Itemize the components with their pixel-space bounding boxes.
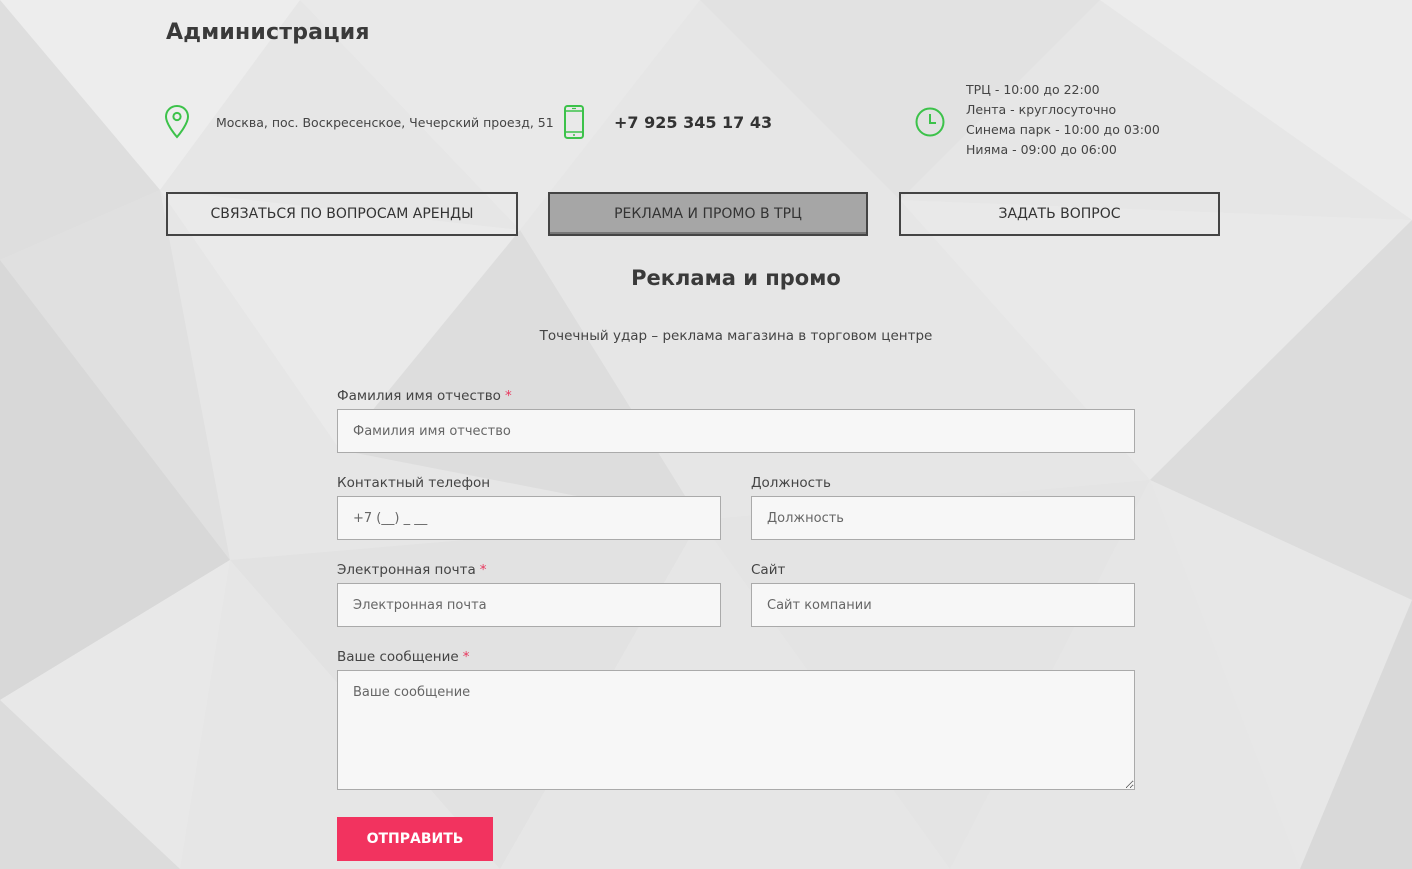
page: Администрация Москва, пос. Воскресенское… — [0, 0, 1412, 869]
contact-hours: ТРЦ - 10:00 до 22:00 Лента - круглосуточ… — [914, 80, 1160, 160]
phone-input[interactable] — [337, 496, 721, 540]
position-label: Должность — [751, 475, 831, 491]
site-label: Сайт — [751, 562, 785, 578]
fio-label-text: Фамилия имя отчество — [337, 388, 501, 404]
hours-line: ТРЦ - 10:00 до 22:00 — [966, 82, 1100, 97]
tab-ask-question[interactable]: Задать вопрос — [899, 192, 1220, 236]
email-input[interactable] — [337, 583, 721, 627]
phone-number[interactable]: +7 925 345 17 43 — [614, 113, 772, 132]
position-input[interactable] — [751, 496, 1135, 540]
message-textarea[interactable] — [337, 670, 1135, 790]
message-label-text: Ваше сообщение — [337, 649, 459, 665]
required-mark: * — [504, 388, 512, 404]
hours-line: Лента - круглосуточно — [966, 102, 1117, 117]
phone-label: Контактный телефон — [337, 475, 490, 491]
mobile-phone-icon — [564, 105, 584, 139]
hours-line: Нияма - 09:00 до 06:00 — [966, 142, 1117, 157]
message-label: Ваше сообщение * — [337, 649, 469, 665]
form-subtitle: Точечный удар – реклама магазина в торго… — [539, 328, 933, 344]
section-heading: Администрация — [166, 20, 370, 45]
required-mark: * — [462, 649, 470, 665]
position-label-text: Должность — [751, 475, 831, 491]
clock-icon — [915, 107, 945, 137]
hours-list: ТРЦ - 10:00 до 22:00 Лента - круглосуточ… — [966, 80, 1160, 160]
email-label-text: Электронная почта — [337, 562, 476, 578]
required-mark: * — [479, 562, 487, 578]
hours-line: Синема парк - 10:00 до 03:00 — [966, 122, 1160, 137]
contact-phone: +7 925 345 17 43 — [562, 104, 772, 140]
address-text: Москва, пос. Воскресенское, Чечерский пр… — [216, 114, 554, 130]
site-label-text: Сайт — [751, 562, 786, 578]
tab-advertising-promo[interactable]: Реклама и промо в ТРЦ — [548, 192, 868, 236]
location-pin-icon — [164, 104, 190, 139]
tab-rent-inquiry[interactable]: Связаться по вопросам аренды — [166, 192, 518, 236]
email-label: Электронная почта * — [337, 562, 487, 578]
form-title: Реклама и промо — [631, 266, 841, 290]
fio-input[interactable] — [337, 409, 1135, 453]
phone-label-text: Контактный телефон — [337, 475, 491, 491]
submit-button[interactable]: Отправить — [337, 817, 493, 861]
site-input[interactable] — [751, 583, 1135, 627]
fio-label: Фамилия имя отчество * — [337, 388, 512, 404]
contact-address: Москва, пос. Воскресенское, Чечерский пр… — [164, 104, 554, 140]
